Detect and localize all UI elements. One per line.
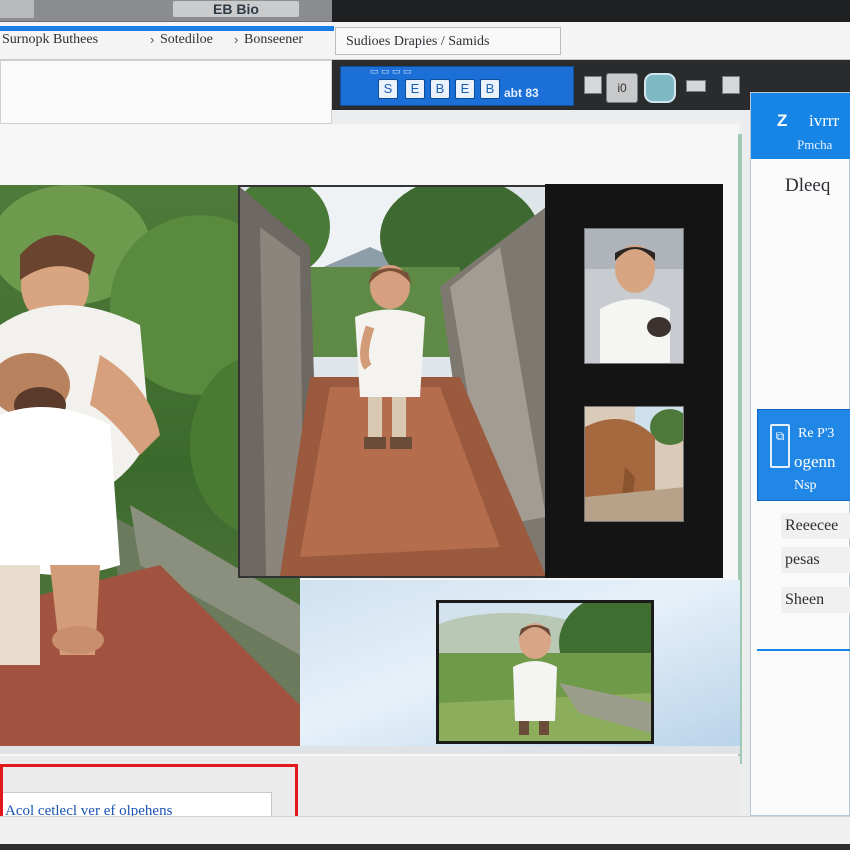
window-control[interactable] (0, 0, 34, 18)
photo-center[interactable] (238, 185, 548, 578)
title-bar-right (332, 0, 850, 22)
breadcrumb-item-1[interactable]: Surnopk Buthees (2, 32, 98, 48)
record-button[interactable] (644, 73, 676, 103)
left-panel (0, 60, 332, 124)
title-bar: EB Bio (0, 0, 850, 22)
title-bar-left: EB Bio (0, 0, 332, 22)
properties-divider (757, 649, 850, 651)
square-icon[interactable] (584, 76, 602, 94)
breadcrumb-separator: › (234, 32, 239, 47)
tool-button-5[interactable]: B (480, 79, 500, 99)
canvas-bottom-edge (0, 746, 740, 754)
properties-header-number: Z (777, 111, 788, 130)
properties-row-2[interactable]: pesas (781, 547, 850, 573)
breadcrumb-active-label: Sudioes Drapies / Samids (346, 34, 490, 49)
properties-section-line-2: ogenn (794, 452, 836, 471)
properties-header: Z ivrrr Pmcha (751, 93, 850, 159)
trash-icon[interactable] (722, 76, 740, 94)
tool-button-3[interactable]: B (430, 79, 450, 99)
tool-button-4[interactable]: E (455, 79, 475, 99)
thumbnail-2[interactable] (584, 406, 684, 522)
breadcrumb-item-2[interactable]: Sotediloe (160, 32, 213, 48)
photo-center-image (240, 187, 546, 576)
properties-panel: Z ivrrr Pmcha Dleeq ⧉ Re P'3 ogenn Nsp R… (750, 92, 850, 816)
window-title: EB Bio (172, 0, 300, 18)
photo-small-image (439, 603, 651, 741)
footer-edge (0, 844, 850, 850)
breadcrumb-separator: › (150, 32, 155, 47)
minus-icon[interactable] (686, 80, 706, 92)
tool-button-1[interactable]: S (378, 79, 398, 99)
tool-group-label: ▭ ▭ ▭ ▭ (370, 66, 412, 76)
thumbnail-1-image (585, 229, 683, 363)
breadcrumb-item-3[interactable]: Bonseener (244, 32, 303, 48)
frame-button[interactable]: i0 (606, 73, 638, 103)
layers-icon: ⧉ (770, 424, 790, 468)
properties-row-3[interactable]: Sheen (781, 587, 850, 613)
properties-section[interactable]: ⧉ Re P'3 ogenn Nsp (757, 409, 850, 501)
properties-section-line-3: Nsp (794, 478, 817, 493)
thumbnail-2-image (585, 407, 683, 521)
photo-small[interactable] (436, 600, 654, 744)
properties-row-1[interactable]: Reeecee (781, 513, 850, 539)
properties-item[interactable]: Dleeq (785, 175, 830, 197)
tool-button-2[interactable]: E (405, 79, 425, 99)
properties-header-title: ivrrr (809, 111, 840, 130)
progress-line (0, 26, 334, 31)
thumbnail-1[interactable] (584, 228, 684, 364)
breadcrumb-active-path[interactable]: Sudioes Drapies / Samids (335, 27, 561, 55)
properties-header-subtitle: Pmcha (797, 137, 833, 152)
properties-section-line-1: Re P'3 (798, 426, 835, 441)
zoom-level: abt 83 (504, 86, 539, 100)
